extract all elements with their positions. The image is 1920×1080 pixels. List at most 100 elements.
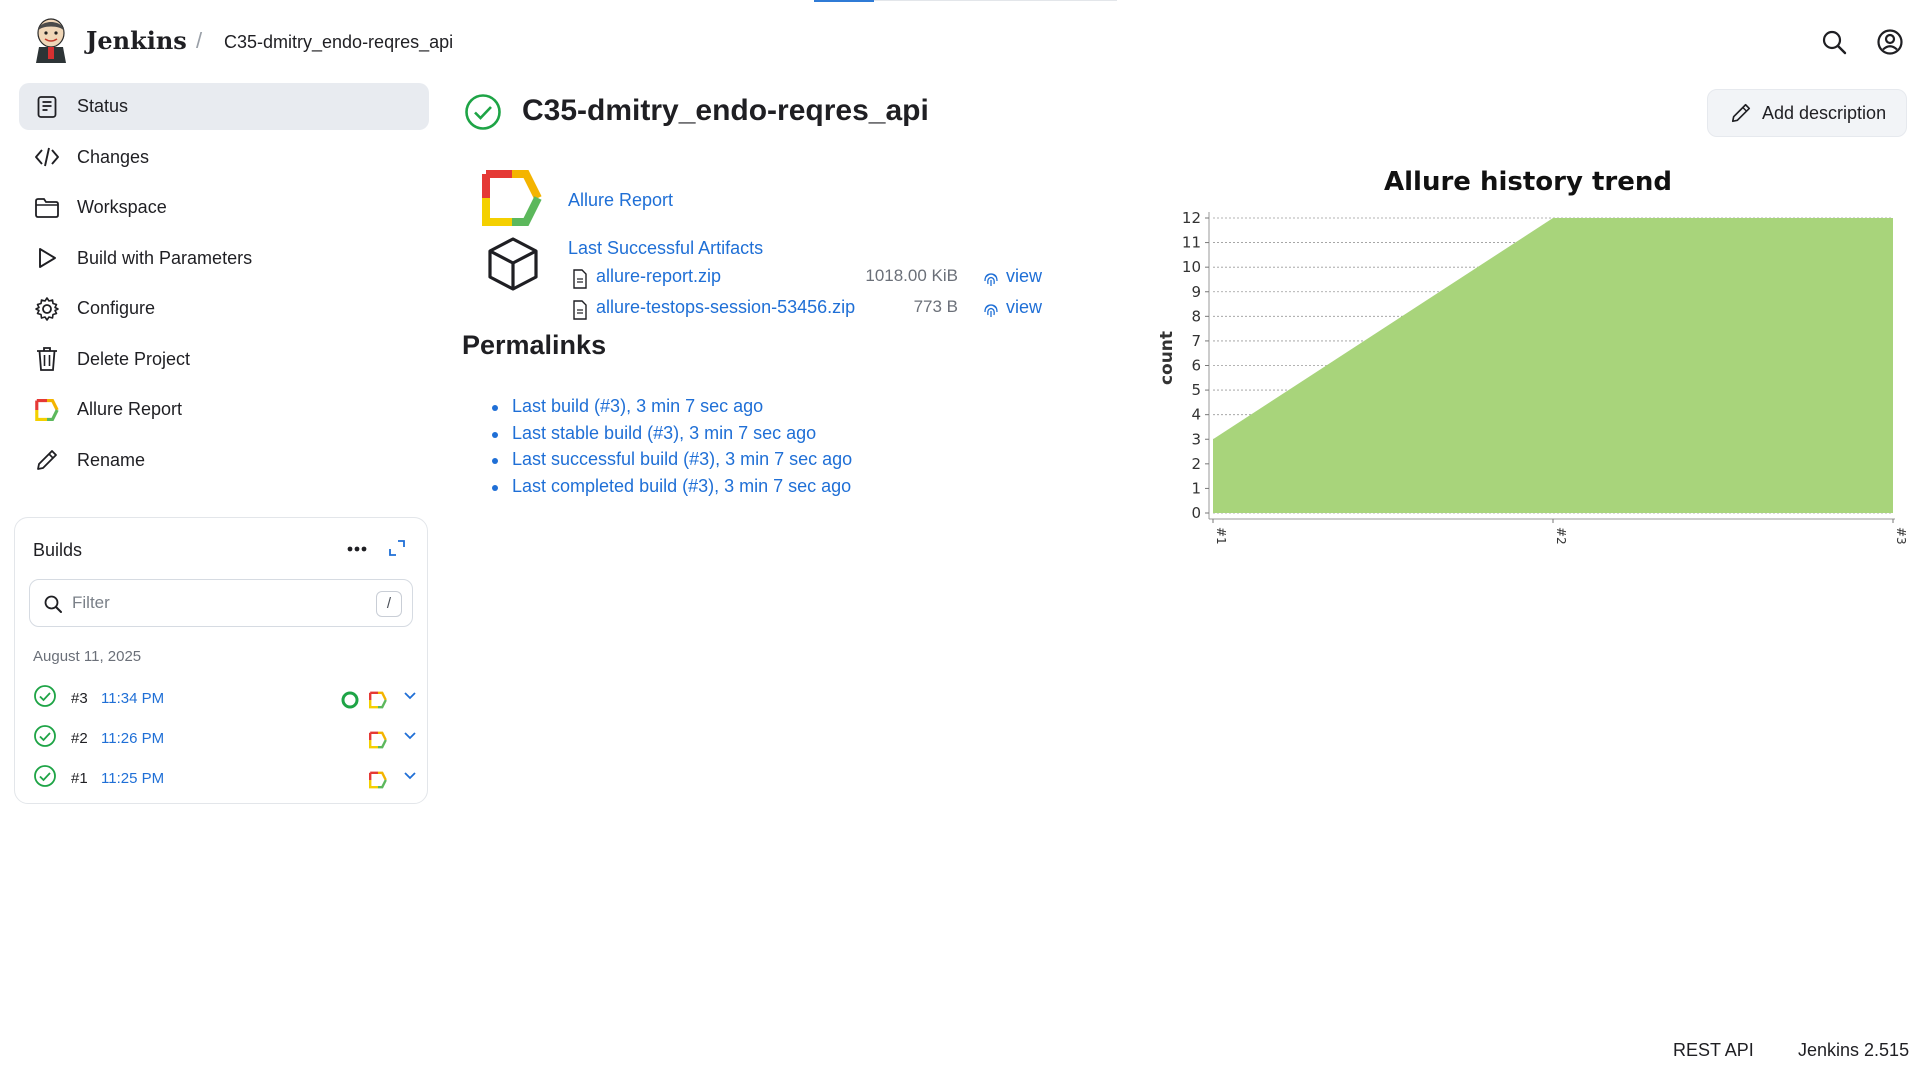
chart-x-tick-label: #2 bbox=[1554, 527, 1568, 545]
sidebar-item-status[interactable]: Status bbox=[19, 83, 429, 130]
build-number[interactable]: #1 bbox=[71, 770, 88, 787]
chart-y-tick-label: 5 bbox=[1191, 381, 1201, 399]
status-icon bbox=[33, 93, 61, 121]
artifact-view-link[interactable]: view bbox=[1006, 266, 1042, 287]
chart-y-tick-label: 11 bbox=[1182, 234, 1201, 252]
expand-icon[interactable] bbox=[387, 538, 407, 558]
permalink-item: Last completed build (#3), 3 min 7 sec a… bbox=[492, 476, 852, 503]
artifact-size: 773 B bbox=[913, 297, 958, 316]
builds-filter: / bbox=[29, 579, 413, 627]
sidebar-item-label: Allure Report bbox=[77, 399, 183, 419]
sidebar-item-label: Delete Project bbox=[77, 348, 191, 369]
play-icon bbox=[33, 244, 61, 272]
user-icon[interactable] bbox=[1876, 28, 1904, 56]
sidebar-item-configure[interactable]: Configure bbox=[19, 285, 429, 332]
folder-icon bbox=[33, 194, 61, 222]
success-icon bbox=[34, 685, 56, 707]
jenkins-logo[interactable] bbox=[33, 17, 69, 63]
artifact-row: allure-testops-session-53456.zip 773 B v… bbox=[572, 297, 1052, 321]
search-icon bbox=[44, 595, 62, 613]
brand-name[interactable]: Jenkins bbox=[86, 26, 187, 55]
rest-api-link[interactable]: REST API bbox=[1673, 1040, 1754, 1061]
file-icon bbox=[573, 269, 587, 289]
page-header: Jenkins / C35-dmitry_endo-reqres_api bbox=[0, 0, 1920, 84]
sidebar-item-rename[interactable]: Rename bbox=[19, 437, 429, 484]
build-time[interactable]: 11:26 PM bbox=[101, 730, 164, 747]
artifact-name[interactable]: allure-testops-session-53456.zip bbox=[596, 297, 855, 318]
code-icon bbox=[33, 143, 61, 171]
breadcrumb-separator: / bbox=[196, 28, 203, 53]
chevron-down-icon[interactable] bbox=[402, 688, 418, 704]
pencil-icon bbox=[33, 446, 61, 474]
allure-icon[interactable] bbox=[482, 170, 542, 226]
build-row[interactable]: #3 11:34 PM bbox=[33, 682, 416, 712]
permalink-last-stable-build[interactable]: Last stable build (#3), 3 min 7 sec ago bbox=[512, 423, 816, 443]
chevron-down-icon[interactable] bbox=[402, 768, 418, 784]
allure-report-link[interactable]: Allure Report bbox=[568, 190, 673, 211]
fingerprint-icon[interactable] bbox=[982, 300, 1000, 318]
build-row[interactable]: #1 11:25 PM bbox=[33, 762, 416, 792]
build-row[interactable]: #2 11:26 PM bbox=[33, 722, 416, 752]
last-successful-artifacts-link[interactable]: Last Successful Artifacts bbox=[568, 238, 763, 259]
build-number[interactable]: #2 bbox=[71, 730, 88, 747]
chart-y-tick-label: 10 bbox=[1182, 258, 1201, 276]
more-icon[interactable] bbox=[343, 540, 371, 558]
sidebar: Status Changes Workspace Build with Para… bbox=[19, 83, 429, 487]
chart-y-tick-label: 7 bbox=[1191, 332, 1201, 350]
allure-icon bbox=[33, 396, 61, 424]
console-output-icon[interactable] bbox=[341, 691, 359, 709]
sidebar-item-label: Workspace bbox=[77, 197, 167, 217]
build-number[interactable]: #3 bbox=[71, 690, 88, 707]
permalink-last-build[interactable]: Last build (#3), 3 min 7 sec ago bbox=[512, 396, 763, 416]
chart-y-ticks: 0123456789101112 bbox=[1182, 209, 1209, 522]
jenkins-version-link[interactable]: Jenkins 2.515 bbox=[1798, 1040, 1909, 1061]
sidebar-item-changes[interactable]: Changes bbox=[19, 134, 429, 181]
chart-y-tick-label: 12 bbox=[1182, 209, 1201, 227]
breadcrumb-job[interactable]: C35-dmitry_endo-reqres_api bbox=[224, 32, 453, 53]
sidebar-item-label: Configure bbox=[77, 298, 156, 318]
permalink-item: Last build (#3), 3 min 7 sec ago bbox=[492, 396, 852, 423]
success-icon bbox=[465, 94, 501, 130]
success-icon bbox=[34, 765, 56, 787]
keyboard-shortcut-badge: / bbox=[376, 591, 402, 617]
build-date-header: August 11, 2025 bbox=[33, 648, 142, 665]
chart-y-axis-label: count bbox=[1157, 331, 1177, 385]
trash-icon bbox=[33, 345, 61, 373]
chart-title: Allure history trend bbox=[1384, 167, 1672, 197]
sidebar-item-workspace[interactable]: Workspace bbox=[19, 184, 429, 231]
builds-filter-input[interactable] bbox=[72, 590, 362, 616]
permalink-last-completed-build[interactable]: Last completed build (#3), 3 min 7 sec a… bbox=[512, 476, 851, 496]
build-time[interactable]: 11:34 PM bbox=[101, 690, 164, 707]
sidebar-item-label: Build with Parameters bbox=[77, 247, 253, 268]
allure-icon[interactable] bbox=[369, 731, 387, 749]
allure-history-trend-chart[interactable]: Allure history trend count 0123456789101… bbox=[1148, 158, 1908, 548]
chart-y-tick-label: 3 bbox=[1191, 430, 1201, 448]
sidebar-item-build-with-parameters[interactable]: Build with Parameters bbox=[19, 235, 429, 282]
allure-icon[interactable] bbox=[369, 691, 387, 709]
sidebar-item-delete-project[interactable]: Delete Project bbox=[19, 336, 429, 383]
file-icon bbox=[573, 300, 587, 320]
permalinks-title: Permalinks bbox=[462, 330, 607, 360]
sidebar-item-allure-report[interactable]: Allure Report bbox=[19, 386, 429, 433]
chart-y-tick-label: 1 bbox=[1191, 479, 1201, 497]
chart-y-tick-label: 2 bbox=[1191, 455, 1201, 473]
artifact-row: allure-report.zip 1018.00 KiB view bbox=[572, 266, 1052, 290]
chart-x-ticks: #1 #2 #3 bbox=[1212, 519, 1908, 545]
permalink-item: Last successful build (#3), 3 min 7 sec … bbox=[492, 449, 852, 476]
sidebar-item-label: Rename bbox=[77, 449, 146, 470]
artifact-name[interactable]: allure-report.zip bbox=[596, 266, 721, 287]
add-description-button[interactable]: Add description bbox=[1707, 89, 1907, 137]
sidebar-item-label: Changes bbox=[77, 146, 150, 167]
package-icon bbox=[488, 237, 538, 291]
fingerprint-icon[interactable] bbox=[982, 269, 1000, 287]
sidebar-item-label: Status bbox=[77, 96, 129, 116]
chart-y-tick-label: 8 bbox=[1191, 307, 1201, 325]
chart-y-tick-label: 0 bbox=[1191, 504, 1201, 522]
chart-y-tick-label: 6 bbox=[1191, 357, 1201, 375]
allure-icon[interactable] bbox=[369, 771, 387, 789]
chevron-down-icon[interactable] bbox=[402, 728, 418, 744]
build-time[interactable]: 11:25 PM bbox=[101, 770, 164, 787]
permalink-last-successful-build[interactable]: Last successful build (#3), 3 min 7 sec … bbox=[512, 449, 852, 469]
artifact-view-link[interactable]: view bbox=[1006, 297, 1042, 318]
search-icon[interactable] bbox=[1820, 28, 1848, 56]
